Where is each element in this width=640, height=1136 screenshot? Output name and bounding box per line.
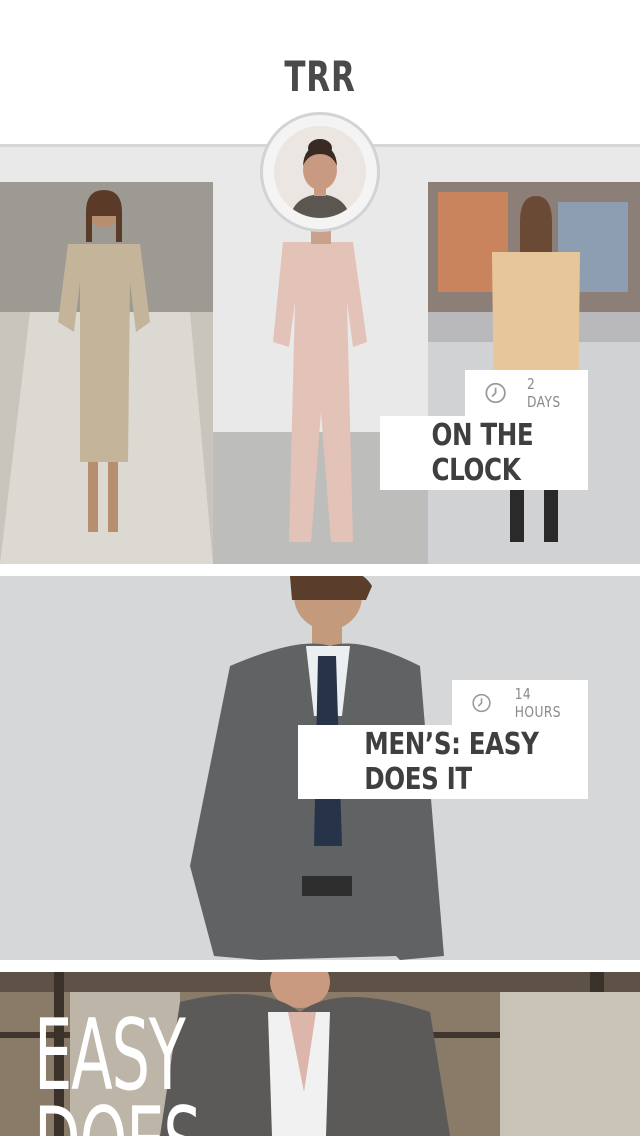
brand-logo[interactable]: TRR <box>58 52 583 101</box>
item-1-time: 2 DAYS <box>465 370 588 416</box>
item-2-title[interactable]: MEN’S: EASY DOES IT <box>298 725 588 799</box>
avatar-button[interactable] <box>260 112 380 232</box>
item-1-title[interactable]: ON THE CLOCK <box>380 416 588 490</box>
item-2-title-label: MEN’S: EASY DOES IT <box>364 727 539 797</box>
feed-card-on-the-clock[interactable]: 2 DAYS ON THE CLOCK <box>0 182 640 564</box>
item-2-time: 14 HOURS <box>452 680 588 726</box>
look-image-1 <box>0 182 213 564</box>
look-image-2 <box>213 182 428 564</box>
item-1-time-label: 2 DAYS <box>527 375 561 411</box>
item-3-headline: EASY DOES <box>34 1007 202 1136</box>
feed-card-mens-easy-does-it[interactable]: 14 HOURS MEN’S: EASY DOES IT <box>0 576 640 960</box>
avatar <box>274 126 366 218</box>
avatar-image <box>274 126 366 218</box>
clock-icon <box>472 693 491 713</box>
clock-icon <box>485 382 506 404</box>
feed-card-easy-does[interactable]: EASY DOES <box>0 972 640 1136</box>
item-2-time-label: 14 HOURS <box>514 685 562 721</box>
item-1-title-label: ON THE CLOCK <box>431 418 534 488</box>
headline-line-2: DOES <box>34 1095 202 1136</box>
